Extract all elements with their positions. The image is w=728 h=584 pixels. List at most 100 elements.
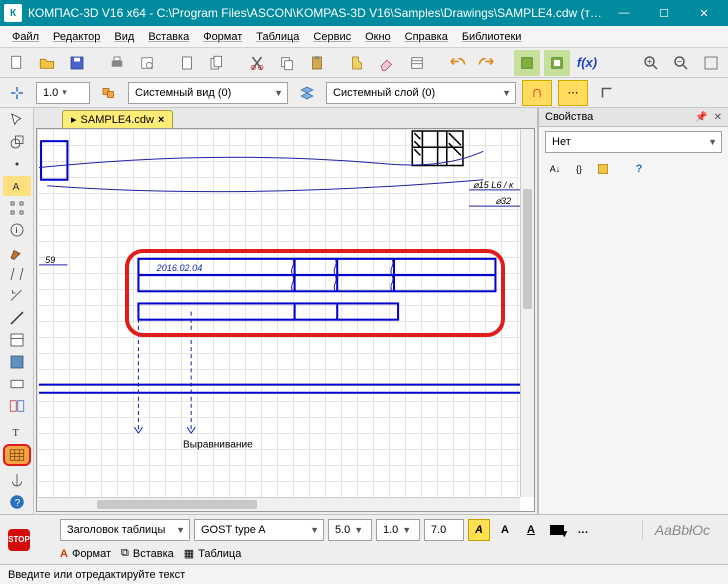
scrollbar-horizontal[interactable] <box>37 497 520 511</box>
geometry-tool[interactable] <box>3 132 31 152</box>
layer-dropdown[interactable]: Системный слой (0)▼ <box>326 82 516 104</box>
properties-object-dropdown[interactable]: Нет▼ <box>545 131 722 153</box>
scale-dropdown[interactable]: 1.0▾ <box>36 82 90 104</box>
style-dropdown[interactable]: Заголовок таблицы▼ <box>60 519 190 541</box>
document-area: ▸ SAMPLE4.cdw × <box>34 108 538 514</box>
menu-libraries[interactable]: Библиотеки <box>456 29 528 45</box>
menu-view[interactable]: Вид <box>108 29 140 45</box>
document-tab[interactable]: ▸ SAMPLE4.cdw × <box>62 110 173 128</box>
pages-button[interactable] <box>204 50 230 76</box>
prop-help[interactable]: ? <box>629 159 649 179</box>
layers-button[interactable] <box>294 80 320 106</box>
font-preview: AaBbłOc <box>642 520 722 540</box>
open-button[interactable] <box>34 50 60 76</box>
help-tool[interactable]: ? <box>3 492 31 512</box>
close-button[interactable]: ✕ <box>684 0 724 26</box>
menu-help[interactable]: Справка <box>399 29 454 45</box>
size-value: 5.0 <box>335 524 350 536</box>
canvas[interactable]: ⌀15 L6 / к ⌀32 59 2016.02.04 <box>36 128 535 512</box>
spacing-dropdown[interactable]: 1.0▼ <box>376 519 420 541</box>
view-tool[interactable] <box>3 374 31 394</box>
snap-settings-button[interactable]: ⋯ <box>558 80 588 106</box>
underline-button[interactable]: A <box>520 519 542 541</box>
menu-file[interactable]: Файл <box>6 29 45 45</box>
dim-text-3: 59 <box>45 255 55 265</box>
italic-button[interactable]: A <box>468 519 490 541</box>
menu-format[interactable]: Формат <box>197 29 248 45</box>
stop-button[interactable]: STOP <box>8 529 30 551</box>
variables-button[interactable]: f(x) <box>574 50 600 76</box>
table-tool[interactable] <box>3 444 31 466</box>
state-button[interactable] <box>4 80 30 106</box>
ortho-button[interactable] <box>594 80 620 106</box>
step-value: 7.0 <box>431 524 446 536</box>
scrollbar-vertical[interactable] <box>520 129 534 497</box>
spec-tool[interactable] <box>3 330 31 350</box>
step-dropdown[interactable]: 7.0 <box>424 519 464 541</box>
text-label-tool[interactable]: T <box>3 422 31 442</box>
new-button[interactable] <box>4 50 30 76</box>
prop-refresh[interactable] <box>593 159 613 179</box>
line-tool[interactable] <box>3 308 31 328</box>
dim-text-1: ⌀15 L6 / к <box>473 180 514 190</box>
library-button-2[interactable] <box>544 50 570 76</box>
maximize-button[interactable]: ☐ <box>644 0 684 26</box>
assoc-tool[interactable] <box>3 396 31 416</box>
zoom-fit-button[interactable] <box>698 50 724 76</box>
text-tool[interactable]: A <box>3 176 31 196</box>
edit-tool[interactable] <box>3 242 31 262</box>
magnet-icon: ∩ <box>531 84 543 102</box>
format-painter-button[interactable] <box>344 50 370 76</box>
subtab-table[interactable]: ▦Таблица <box>184 547 242 560</box>
copy-button[interactable] <box>274 50 300 76</box>
spacing-value: 1.0 <box>383 524 398 536</box>
tab-label: SAMPLE4.cdw <box>81 114 154 126</box>
zoom-in-button[interactable] <box>638 50 664 76</box>
prop-sort-az[interactable]: A↓ <box>545 159 565 179</box>
layer-value: Системный слой (0) <box>333 87 435 99</box>
dimension-tool[interactable] <box>3 198 31 218</box>
paste-button[interactable] <box>304 50 330 76</box>
tool-palette: A i T ? <box>0 108 34 514</box>
bold-button[interactable]: A <box>494 519 516 541</box>
menu-insert[interactable]: Вставка <box>142 29 195 45</box>
anchor-tool[interactable] <box>3 470 31 490</box>
panel-close-icon[interactable]: ✕ <box>714 112 722 123</box>
print-button[interactable] <box>104 50 130 76</box>
color-button[interactable]: ▾ <box>546 519 568 541</box>
library-button-1[interactable] <box>514 50 540 76</box>
pin-icon[interactable]: 📌 <box>695 112 707 123</box>
report-tool[interactable] <box>3 352 31 372</box>
select-tool[interactable] <box>3 110 31 130</box>
menu-window[interactable]: Окно <box>359 29 397 45</box>
toolbar-view: 1.0▾ Системный вид (0)▼ Системный слой (… <box>0 78 728 108</box>
menu-table[interactable]: Таблица <box>250 29 305 45</box>
size-dropdown[interactable]: 5.0▼ <box>328 519 372 541</box>
properties-button[interactable] <box>404 50 430 76</box>
more-format-button[interactable]: … <box>572 519 594 541</box>
tab-close-icon[interactable]: × <box>158 114 164 126</box>
undo-button[interactable] <box>444 50 470 76</box>
eraser-button[interactable] <box>374 50 400 76</box>
cut-button[interactable] <box>244 50 270 76</box>
tab-bar: ▸ SAMPLE4.cdw × <box>34 108 537 128</box>
measure-tool[interactable] <box>3 286 31 306</box>
save-button[interactable] <box>64 50 90 76</box>
param-tool[interactable] <box>3 264 31 284</box>
snap-magnet-button[interactable]: ∩ <box>522 80 552 106</box>
titlebar: К КОМПАС-3D V16 x64 - C:\Program Files\A… <box>0 0 728 26</box>
font-dropdown[interactable]: GOST type A▼ <box>194 519 324 541</box>
point-tool[interactable] <box>3 154 31 174</box>
print-preview-button[interactable] <box>134 50 160 76</box>
redo-button[interactable] <box>474 50 500 76</box>
view-dropdown[interactable]: Системный вид (0)▼ <box>128 82 288 104</box>
subtab-insert[interactable]: ⧉Вставка <box>121 547 174 560</box>
info-tool[interactable]: i <box>3 220 31 240</box>
menu-editor[interactable]: Редактор <box>47 29 106 45</box>
zoom-out-button[interactable] <box>668 50 694 76</box>
menu-service[interactable]: Сервис <box>307 29 357 45</box>
page-button[interactable] <box>174 50 200 76</box>
views-button[interactable] <box>96 80 122 106</box>
minimize-button[interactable]: — <box>604 0 644 26</box>
prop-filter[interactable]: {} <box>569 159 589 179</box>
